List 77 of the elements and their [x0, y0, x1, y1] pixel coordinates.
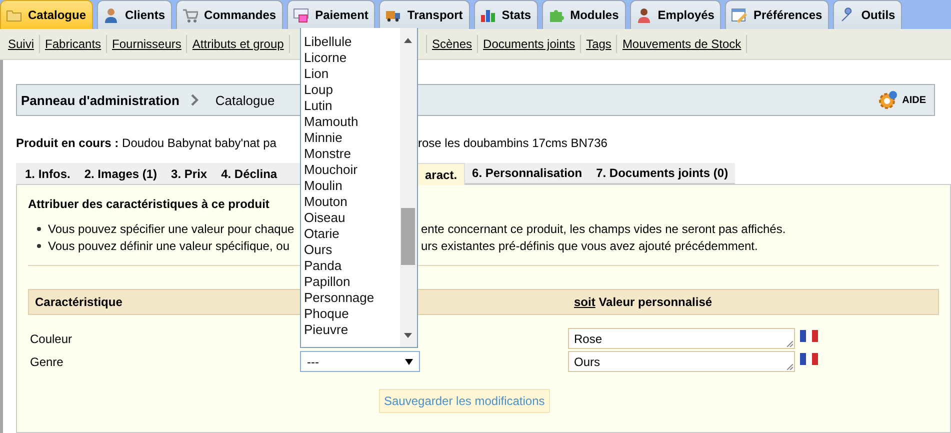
dropdown-option[interactable]: Mouchoir	[304, 162, 400, 178]
dropdown-option[interactable]: Loup	[304, 82, 400, 98]
dropdown-option[interactable]: Libellule	[304, 34, 400, 50]
product-tab[interactable]: 7. Documents joints (0)	[589, 163, 736, 184]
bullet-icon	[37, 226, 41, 230]
dropdown-option[interactable]: Moulin	[304, 178, 400, 194]
card-icon	[293, 7, 310, 23]
dropdown-option[interactable]: Phoque	[304, 306, 400, 322]
main-tab[interactable]: Transport	[379, 0, 470, 29]
scrollbar[interactable]	[400, 28, 417, 347]
main-tab[interactable]: Employés	[630, 0, 722, 29]
breadcrumb-root[interactable]: Panneau d'administration	[21, 92, 180, 108]
section-title: Attribuer des caractéristiques à ce produit	[28, 197, 270, 213]
dropdown-option[interactable]: Panda	[304, 258, 400, 274]
bar-chart-icon	[480, 7, 496, 23]
main-tab[interactable]: Outils	[833, 0, 902, 29]
dropdown-option[interactable]: Monstre	[304, 146, 400, 162]
subnav-link[interactable]: Fabricants	[45, 37, 102, 51]
person-icon	[103, 7, 120, 23]
resize-grip-icon	[787, 364, 793, 370]
dropdown-option[interactable]: Lion	[304, 66, 400, 82]
value-select[interactable]: ---	[300, 351, 420, 372]
help-button[interactable]: AIDE	[878, 90, 926, 110]
product-tab[interactable]: 6. Personnalisation	[465, 163, 590, 184]
scroll-up-icon[interactable]	[404, 38, 412, 43]
subnav-link[interactable]: Documents joints	[483, 37, 576, 51]
subnav-link[interactable]: Attributs et group	[192, 37, 284, 51]
puzzle-icon	[548, 7, 564, 23]
dropdown-option[interactable]: Mouton	[304, 194, 400, 210]
scroll-thumb[interactable]	[401, 208, 415, 265]
chevron-icon	[191, 94, 200, 106]
current-product-text: rose les doubambins 17cms BN736	[418, 136, 608, 150]
feature-label: Genre	[29, 354, 64, 368]
dropdown-option[interactable]: Mamouth	[304, 114, 400, 130]
main-tab[interactable]: Modules	[542, 0, 626, 29]
caret-icon	[405, 358, 413, 364]
current-product-text: Produit en cours : Doudou Babynat baby'nat pa	[16, 136, 276, 150]
resize-grip-icon	[787, 341, 793, 347]
note-text: Vous pouvez définir une valeur spécifique, ou	[48, 238, 290, 252]
dropdown-option[interactable]: Lutin	[304, 98, 400, 114]
gear-icon	[878, 90, 898, 110]
document-pencil-icon	[731, 7, 748, 23]
column-header: Caractéristique	[34, 295, 124, 309]
main-tab[interactable]: Préférences	[725, 0, 830, 29]
flag-icon	[800, 330, 818, 342]
flag-icon	[800, 352, 818, 364]
main-tab[interactable]: Commandes	[176, 0, 284, 29]
note-text: ente concernant ce produit, les champs vides ne seront pas affichés.	[421, 222, 786, 236]
column-header-prefix: soit	[574, 295, 596, 309]
person-icon	[636, 7, 652, 23]
subnav-link[interactable]: Fournisseurs	[112, 37, 182, 51]
dropdown-option[interactable]: Papillon	[304, 274, 400, 290]
note-text: urs existantes pré-définis que vous avez ajouté précédemment.	[421, 238, 758, 252]
cart-icon	[182, 7, 198, 23]
subnav-link[interactable]: Tags	[586, 37, 612, 51]
main-tab[interactable]: Clients	[97, 0, 172, 29]
column-header: Valeur personnalisé	[598, 295, 712, 309]
dropdown-option[interactable]: Ours	[304, 242, 400, 258]
subnav-link[interactable]: Scènes	[432, 37, 472, 51]
feature-label: Couleur	[29, 332, 74, 346]
dropdown-option[interactable]: Pieuvre	[304, 322, 400, 338]
dropdown-option[interactable]: Minnie	[304, 130, 400, 146]
custom-value-field[interactable]: Rose	[568, 328, 795, 349]
subnav-link[interactable]: Mouvements de Stock	[622, 37, 742, 51]
bullet-icon	[37, 244, 41, 248]
dropdown-option[interactable]: Personnage	[304, 290, 400, 306]
scroll-down-icon[interactable]	[404, 333, 412, 338]
main-tab[interactable]: Stats	[474, 0, 538, 29]
subnav-link[interactable]: Suivi	[8, 37, 34, 51]
custom-value-field[interactable]: Ours	[568, 351, 795, 372]
breadcrumb-current: Catalogue	[215, 92, 275, 108]
dropdown-option[interactable]: Licorne	[304, 50, 400, 66]
main-tab[interactable]: Catalogue	[0, 0, 94, 29]
dropdown-option[interactable]: Otarie	[304, 226, 400, 242]
note-text: Vous pouvez spécifier une valeur pour chaque	[48, 222, 294, 236]
dropdown-option[interactable]: Oiseau	[304, 210, 400, 226]
main-tab[interactable]: Paiement	[287, 0, 376, 29]
